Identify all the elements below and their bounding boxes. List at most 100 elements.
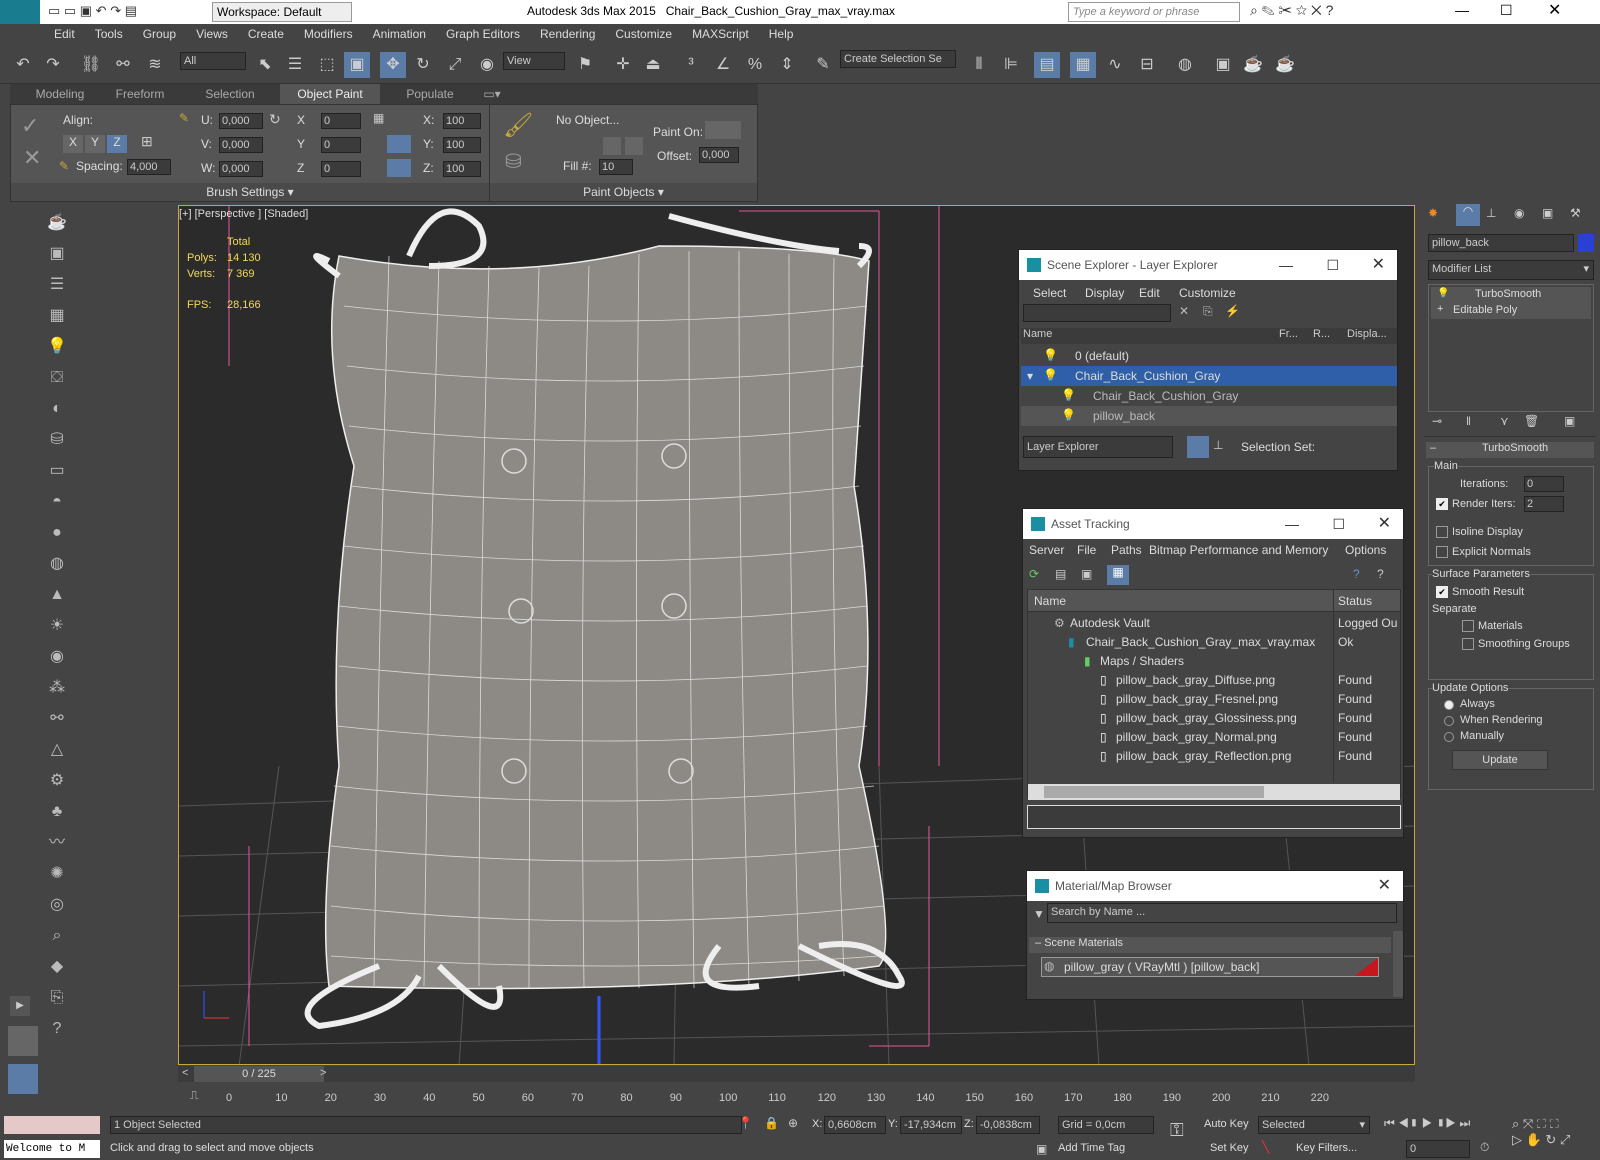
spinner-snap-icon[interactable]: ⇕ bbox=[774, 52, 800, 78]
track-bar[interactable]: ⎍ 0 10 20 30 40 50 60 70 80 90 100 110 120 130 140 150 1… bbox=[178, 1084, 1415, 1110]
quick-access-icons[interactable]: ▭ ▭ ▣ ↶ ↷ ▤ bbox=[48, 3, 208, 21]
scale-y-spinner[interactable]: 100 bbox=[443, 137, 481, 153]
table-row[interactable]: ▯ pillow_back_gray_Fresnel.png Found bbox=[1028, 690, 1400, 709]
at-menu-server[interactable]: Server bbox=[1029, 543, 1064, 557]
at-menu-file[interactable]: File bbox=[1077, 543, 1096, 557]
browser-options-icon[interactable]: ▼ bbox=[1033, 907, 1045, 921]
sun-icon[interactable]: ☀ bbox=[44, 613, 70, 639]
se-clear-icon[interactable]: ✕ bbox=[1179, 304, 1189, 318]
manually-radio[interactable] bbox=[1444, 732, 1454, 742]
always-radio[interactable] bbox=[1444, 700, 1454, 710]
table-row[interactable]: ⚙ Autodesk Vault Logged Ou bbox=[1028, 614, 1400, 633]
material-browser-titlebar[interactable]: Material/Map Browser ✕ bbox=[1027, 871, 1403, 901]
grid-icon[interactable]: ▦ bbox=[44, 303, 70, 329]
globe-icon[interactable]: ◎ bbox=[44, 892, 70, 918]
object-name-field[interactable]: pillow_back bbox=[1428, 234, 1574, 252]
time-slider[interactable]: < 0 / 225 > bbox=[178, 1066, 1415, 1082]
render-setup-icon[interactable]: ▣ bbox=[1210, 52, 1236, 78]
smooth-result-checkbox[interactable]: ✔ bbox=[1436, 586, 1448, 598]
sphere-half-icon[interactable]: ◐ bbox=[44, 396, 70, 422]
tab-freeform[interactable]: Freeform bbox=[100, 84, 180, 104]
table-row[interactable]: ▯ pillow_back_gray_Reflection.png Found bbox=[1028, 747, 1400, 766]
film-icon[interactable]: ⛁ bbox=[44, 427, 70, 453]
z-coord-field[interactable]: -0,0838cm bbox=[976, 1116, 1040, 1134]
search-icon[interactable]: ⌕ bbox=[44, 923, 70, 949]
brush-settings-dropdown[interactable]: Brush Settings ▾ bbox=[11, 183, 489, 201]
gear-icon[interactable]: ⚙ bbox=[44, 768, 70, 794]
motion-tab-icon[interactable]: ◉ bbox=[1514, 206, 1524, 220]
se-row[interactable]: 💡 pillow_back bbox=[1021, 406, 1397, 426]
auto-key-button[interactable]: Auto Key bbox=[1204, 1118, 1249, 1130]
menu-group[interactable]: Group bbox=[133, 24, 186, 44]
close-icon[interactable]: ✕ bbox=[1372, 250, 1385, 280]
unlink-icon[interactable]: ⚯ bbox=[110, 52, 136, 78]
fill-icon[interactable]: ⛁ bbox=[505, 149, 522, 174]
table-row[interactable]: ▯ pillow_back_gray_Glossiness.png Found bbox=[1028, 709, 1400, 728]
keyboard-shortcut-icon[interactable]: ⏏ bbox=[640, 52, 666, 78]
keyword-search-input[interactable]: Type a keyword or phrase bbox=[1068, 2, 1240, 22]
align-y-button[interactable]: Y bbox=[85, 135, 105, 153]
sphere-icon[interactable]: ● bbox=[44, 520, 70, 546]
table-row[interactable]: ▮ Maps / Shaders bbox=[1028, 652, 1400, 671]
scale-icon[interactable]: ⤢ bbox=[442, 52, 468, 78]
show-end-result-icon[interactable]: ‖ bbox=[1466, 414, 1471, 428]
render-production-icon[interactable]: ☕ bbox=[1272, 52, 1298, 78]
absolute-mode-icon[interactable]: ⊕ bbox=[788, 1116, 798, 1130]
track-bar-menu-icon[interactable]: ⎍ bbox=[190, 1088, 198, 1103]
no-object-dropdown[interactable]: No Object... bbox=[556, 113, 619, 127]
menu-views[interactable]: Views bbox=[186, 24, 238, 44]
menu-rendering[interactable]: Rendering bbox=[530, 24, 605, 44]
align-x-button[interactable]: X bbox=[63, 135, 83, 153]
percent-snap-icon[interactable]: % bbox=[742, 52, 768, 78]
when-rendering-radio[interactable] bbox=[1444, 716, 1454, 726]
script-icon[interactable]: ⎘ bbox=[44, 985, 70, 1011]
render-icon[interactable]: ◆ bbox=[44, 954, 70, 980]
window-crossing-icon[interactable]: ▣ bbox=[344, 52, 370, 78]
selection-filter-dropdown[interactable]: All bbox=[180, 52, 246, 70]
paint-icon[interactable]: 🖌 bbox=[503, 111, 533, 140]
teapot-icon[interactable]: ☕ bbox=[44, 210, 70, 236]
paint-objects-dropdown[interactable]: Paint Objects ▾ bbox=[490, 183, 757, 201]
select-object-icon[interactable]: ⬉ bbox=[252, 52, 278, 78]
menu-graph-editors[interactable]: Graph Editors bbox=[436, 24, 530, 44]
tab-populate[interactable]: Populate bbox=[390, 84, 470, 104]
curve-editor-icon[interactable]: ∿ bbox=[1102, 52, 1128, 78]
tab-modeling[interactable]: Modeling bbox=[20, 84, 100, 104]
time-slider-thumb[interactable]: 0 / 225 bbox=[194, 1066, 324, 1082]
make-unique-icon[interactable]: ⋎ bbox=[1500, 414, 1509, 428]
close-button[interactable]: ✕ bbox=[1548, 0, 1561, 20]
se-menu-edit[interactable]: Edit bbox=[1139, 286, 1160, 300]
turbosmooth-rollout-header[interactable]: – TurboSmooth bbox=[1426, 442, 1594, 458]
rot-x-spinner[interactable]: 0 bbox=[321, 113, 361, 129]
time-config-icon[interactable]: ⏱ bbox=[1480, 1140, 1489, 1155]
thumbnail-icon[interactable]: ▣ bbox=[1081, 567, 1092, 581]
se-row[interactable]: 💡 Chair_Back_Cushion_Gray bbox=[1021, 386, 1397, 406]
ox-icon[interactable]: ✺ bbox=[44, 861, 70, 887]
paint-on-dropdown[interactable] bbox=[705, 121, 741, 139]
bone-icon[interactable]: ⚯ bbox=[44, 706, 70, 732]
hair-icon[interactable]: 〰 bbox=[44, 830, 70, 856]
rot-z-spinner[interactable]: 0 bbox=[321, 161, 361, 177]
x-coord-field[interactable]: 0,6608cm bbox=[824, 1116, 886, 1134]
edit-named-sets-icon[interactable]: ✎ bbox=[810, 52, 836, 78]
se-menu-select[interactable]: Select bbox=[1033, 286, 1066, 300]
reference-coordinate-dropdown[interactable]: View bbox=[503, 52, 565, 70]
scene-explorer-titlebar[interactable]: Scene Explorer - Layer Explorer — ☐ ✕ bbox=[1019, 250, 1397, 280]
checkmark-icon[interactable]: ✓ bbox=[21, 113, 39, 139]
menu-help[interactable]: Help bbox=[759, 24, 804, 44]
mirror-icon[interactable]: ⫴ bbox=[966, 52, 992, 78]
minimize-button[interactable]: — bbox=[1455, 2, 1469, 18]
add-time-tag-button[interactable]: Add Time Tag bbox=[1058, 1142, 1125, 1154]
asset-tracking-titlebar[interactable]: Asset Tracking — ☐ ✕ bbox=[1023, 509, 1403, 539]
render-iters-checkbox[interactable]: ✔ bbox=[1436, 498, 1448, 510]
se-row[interactable]: ▾ 💡 Chair_Back_Cushion_Gray bbox=[1021, 366, 1397, 386]
menu-modifiers[interactable]: Modifiers bbox=[294, 24, 363, 44]
rendered-frame-icon[interactable]: ☕ bbox=[1240, 52, 1266, 78]
help-icon[interactable]: ? bbox=[44, 1016, 70, 1042]
close-icon[interactable]: ✕ bbox=[1378, 871, 1391, 901]
se-row[interactable]: 💡 0 (default) bbox=[1021, 346, 1397, 366]
key-filter-icon[interactable]: ╲ bbox=[1262, 1140, 1269, 1154]
infocenter-icons[interactable]: ⌕ ✎ ✂ ☆ ✕ ? bbox=[1250, 2, 1410, 19]
modifier-list-dropdown[interactable]: Modifier List ▾ bbox=[1428, 260, 1594, 280]
se-footer-dropdown[interactable]: Layer Explorer bbox=[1023, 436, 1173, 458]
